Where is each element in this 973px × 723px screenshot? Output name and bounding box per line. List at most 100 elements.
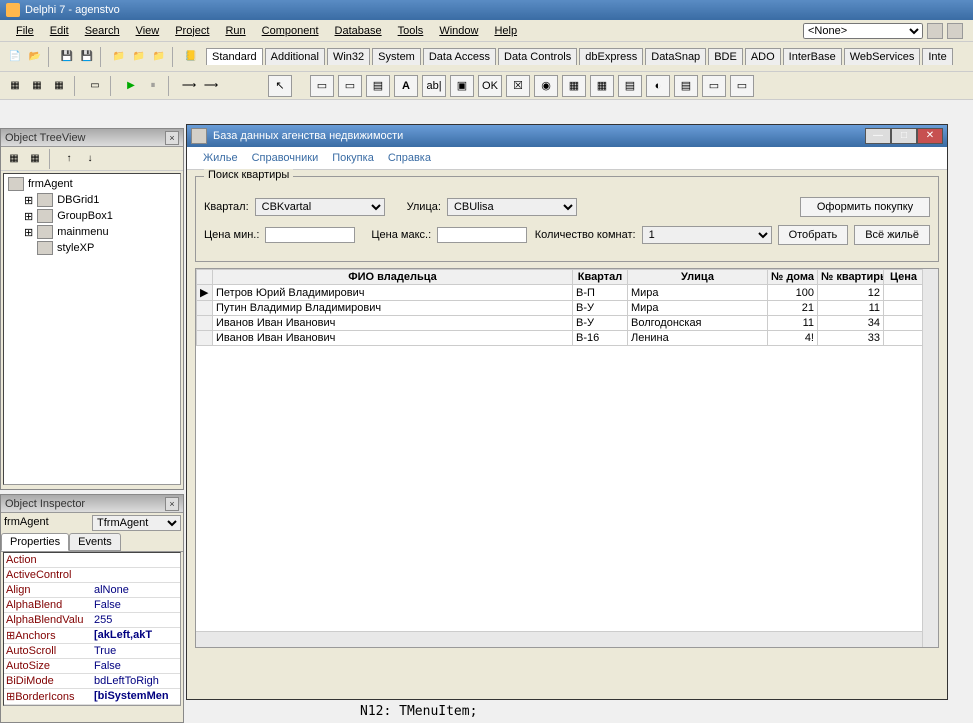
- tab-ado[interactable]: ADO: [745, 48, 781, 65]
- row-indicator[interactable]: [197, 301, 213, 316]
- db-grid[interactable]: ФИО владельца Квартал Улица № дома № ква…: [195, 268, 939, 648]
- prop-row[interactable]: Action: [4, 553, 180, 568]
- table-row[interactable]: Путин Владимир ВладимировичВ-УМира2111: [197, 301, 923, 316]
- row-indicator[interactable]: ▶: [197, 285, 213, 301]
- view-icon[interactable]: ▦: [28, 77, 46, 95]
- component-icon[interactable]: ▭: [702, 75, 726, 97]
- help-icon[interactable]: 📒: [182, 48, 200, 66]
- component-icon[interactable]: ▦: [562, 75, 586, 97]
- toolbar-icon[interactable]: [927, 23, 943, 39]
- cell[interactable]: 21: [768, 301, 818, 316]
- tree-item[interactable]: ⊞GroupBox1: [6, 208, 178, 224]
- prop-row[interactable]: ⊞BorderIcons[biSystemMen: [4, 689, 180, 705]
- tree-item[interactable]: ⊞mainmenu: [6, 224, 178, 240]
- prop-row[interactable]: BiDiModebdLeftToRigh: [4, 674, 180, 689]
- toolbar-icon[interactable]: [947, 23, 963, 39]
- cell[interactable]: [884, 285, 923, 301]
- row-indicator[interactable]: [197, 316, 213, 331]
- cell[interactable]: 4!: [768, 331, 818, 346]
- tab-win32[interactable]: Win32: [327, 48, 370, 65]
- window-icon[interactable]: ▭: [86, 77, 104, 95]
- col-flat[interactable]: № квартиры: [818, 270, 884, 285]
- component-icon[interactable]: ☒: [506, 75, 530, 97]
- component-icon[interactable]: ◉: [534, 75, 558, 97]
- grid-vertical-scrollbar[interactable]: [922, 269, 938, 647]
- close-icon[interactable]: ×: [165, 131, 179, 145]
- cell[interactable]: 11: [818, 301, 884, 316]
- component-icon[interactable]: ▭: [730, 75, 754, 97]
- menu-spravka[interactable]: Справка: [382, 150, 437, 166]
- pointer-icon[interactable]: ↖: [268, 75, 292, 97]
- prop-value[interactable]: [92, 568, 180, 582]
- table-row[interactable]: ▶Петров Юрий ВладимировичВ-ПМира10012: [197, 285, 923, 301]
- cell[interactable]: 33: [818, 331, 884, 346]
- prop-row[interactable]: AutoScrollTrue: [4, 644, 180, 659]
- component-icon[interactable]: ▤: [366, 75, 390, 97]
- tab-properties[interactable]: Properties: [1, 533, 69, 551]
- cell[interactable]: Петров Юрий Владимирович: [213, 285, 573, 301]
- prop-row[interactable]: ActiveControl: [4, 568, 180, 583]
- tab-datasnap[interactable]: DataSnap: [645, 48, 706, 65]
- menu-edit[interactable]: Edit: [44, 22, 75, 40]
- menu-search[interactable]: Search: [79, 22, 126, 40]
- new-icon[interactable]: 📄: [6, 48, 24, 66]
- component-icon[interactable]: ab|: [422, 75, 446, 97]
- select-button[interactable]: Отобрать: [778, 225, 849, 245]
- cell[interactable]: 100: [768, 285, 818, 301]
- ulica-select[interactable]: CBUlisa: [447, 198, 577, 216]
- save-icon[interactable]: 💾: [58, 48, 76, 66]
- menu-database[interactable]: Database: [329, 22, 388, 40]
- tab-standard[interactable]: Standard: [206, 48, 263, 65]
- tab-system[interactable]: System: [372, 48, 421, 65]
- cell[interactable]: В-У: [573, 316, 628, 331]
- inspector-class-select[interactable]: TfrmAgent: [92, 515, 181, 531]
- buy-button[interactable]: Оформить покупку: [800, 197, 930, 217]
- folder-icon[interactable]: 📁: [150, 48, 168, 66]
- prop-value[interactable]: bdLeftToRigh: [92, 674, 180, 688]
- menu-file[interactable]: File: [10, 22, 40, 40]
- price-max-input[interactable]: [437, 227, 527, 243]
- grid-corner[interactable]: [197, 270, 213, 285]
- prop-row[interactable]: AlphaBlendFalse: [4, 598, 180, 613]
- open-icon[interactable]: 📂: [26, 48, 44, 66]
- prop-row[interactable]: AutoSizeFalse: [4, 659, 180, 674]
- inspector-props[interactable]: ActionActiveControlAlignalNoneAlphaBlend…: [3, 552, 181, 706]
- menu-pokupka[interactable]: Покупка: [326, 150, 380, 166]
- component-icon[interactable]: ▦: [590, 75, 614, 97]
- component-icon[interactable]: A: [394, 75, 418, 97]
- tab-dbexpress[interactable]: dbExpress: [579, 48, 643, 65]
- cell[interactable]: Иванов Иван Иванович: [213, 316, 573, 331]
- cell[interactable]: [884, 331, 923, 346]
- cell[interactable]: В-16: [573, 331, 628, 346]
- tab-webservices[interactable]: WebServices: [844, 48, 921, 65]
- pause-icon[interactable]: ⏸: [144, 77, 162, 95]
- component-icon[interactable]: OK: [478, 75, 502, 97]
- prop-row[interactable]: ⊞Anchors[akLeft,akT: [4, 628, 180, 644]
- cell[interactable]: Волгодонская: [628, 316, 768, 331]
- menu-component[interactable]: Component: [256, 22, 325, 40]
- cell[interactable]: Путин Владимир Владимирович: [213, 301, 573, 316]
- component-icon[interactable]: ▤: [618, 75, 642, 97]
- tree-root[interactable]: frmAgent: [6, 176, 178, 192]
- config-select[interactable]: <None>: [803, 23, 923, 39]
- tab-bde[interactable]: BDE: [708, 48, 743, 65]
- tree-btn-icon[interactable]: ▦: [5, 150, 23, 168]
- menu-run[interactable]: Run: [219, 22, 251, 40]
- save-all-icon[interactable]: 💾: [78, 48, 96, 66]
- price-min-input[interactable]: [265, 227, 355, 243]
- cell[interactable]: [884, 301, 923, 316]
- treeview-body[interactable]: frmAgent ⊞DBGrid1 ⊞GroupBox1 ⊞mainmenu s…: [3, 173, 181, 485]
- col-ulica[interactable]: Улица: [628, 270, 768, 285]
- view-icon[interactable]: ▦: [50, 77, 68, 95]
- prop-row[interactable]: AlphaBlendValu255: [4, 613, 180, 628]
- prop-value[interactable]: 255: [92, 613, 180, 627]
- prop-value[interactable]: alNone: [92, 583, 180, 597]
- tree-item[interactable]: ⊞DBGrid1: [6, 192, 178, 208]
- cell[interactable]: [884, 316, 923, 331]
- form-title-bar[interactable]: База данных агенства недвижимости — □ ✕: [187, 125, 947, 147]
- cell[interactable]: 11: [768, 316, 818, 331]
- tab-interbase[interactable]: InterBase: [783, 48, 842, 65]
- cell[interactable]: 34: [818, 316, 884, 331]
- menu-project[interactable]: Project: [169, 22, 215, 40]
- prop-value[interactable]: [akLeft,akT: [92, 628, 180, 643]
